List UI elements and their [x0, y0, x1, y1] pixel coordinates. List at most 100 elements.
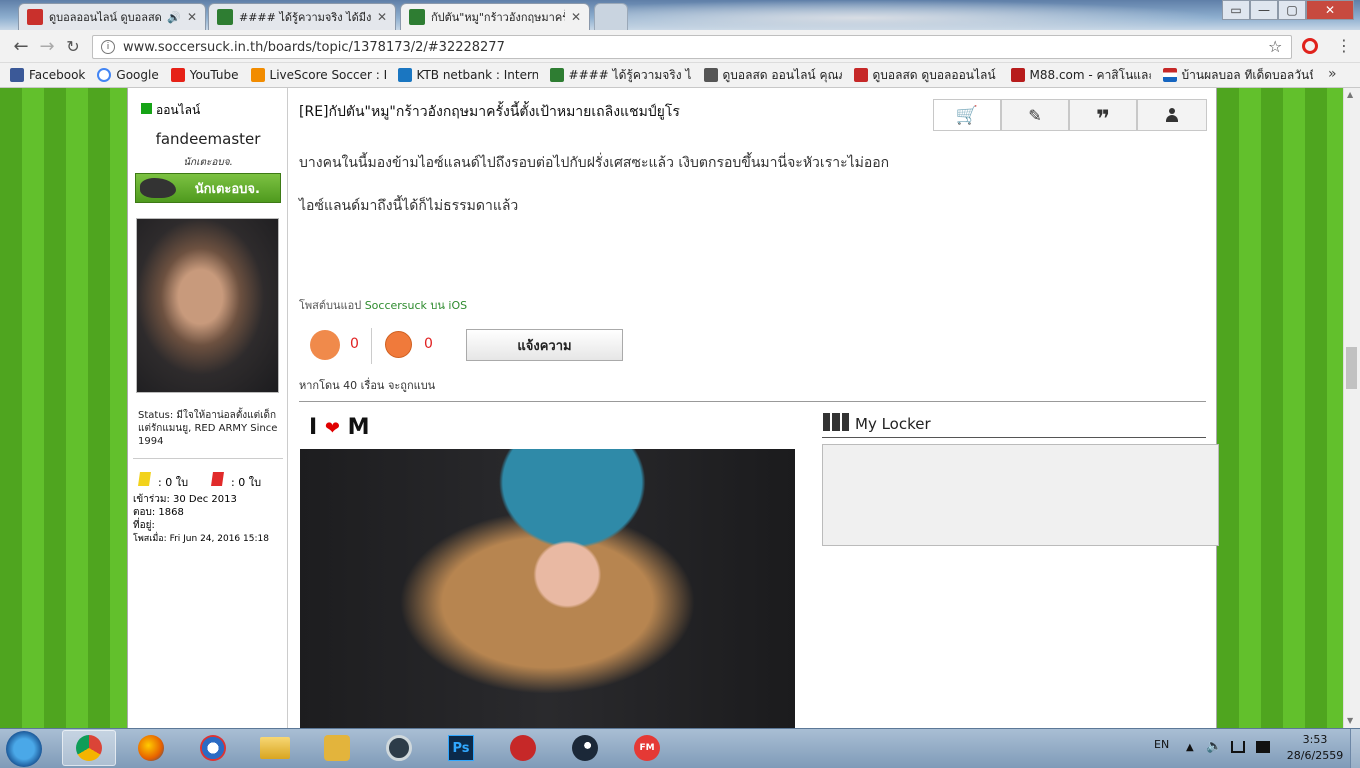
signature-text: I ❤ M — [309, 415, 370, 440]
back-icon[interactable]: ← — [10, 37, 32, 57]
close-tab-icon[interactable]: ✕ — [571, 10, 581, 24]
app-icon — [200, 735, 226, 761]
tray-arrow-icon[interactable]: ▲ — [1186, 742, 1194, 753]
language-indicator[interactable]: EN — [1154, 738, 1169, 751]
url-text[interactable]: www.soccersuck.in.th/boards/topic/137817… — [123, 40, 505, 55]
bookmark-label: M88.com - คาสิโนและ — [1029, 67, 1151, 82]
youtube-icon — [170, 68, 185, 82]
close-tab-icon[interactable]: ✕ — [187, 10, 197, 24]
maximize-button[interactable]: ▢ — [1278, 0, 1306, 20]
edit-button[interactable]: ✎ — [1001, 99, 1069, 131]
report-button[interactable]: แจ้งความ — [466, 329, 623, 361]
bookmarks-bar: Facebook Google YouTube LiveScore Soccer… — [0, 63, 1360, 88]
photoshop-icon: Ps — [448, 735, 474, 761]
bookmark-facebook[interactable]: Facebook — [10, 68, 85, 82]
new-tab-button[interactable] — [594, 3, 628, 30]
clock-date[interactable]: 28/6/2559 — [1284, 749, 1346, 762]
tab-3-active[interactable]: กัปตัน"หมู"กร้าวอังกฤษมาครั้ง ✕ — [400, 3, 590, 30]
reload-icon[interactable]: ↻ — [62, 37, 84, 57]
network-icon[interactable] — [1231, 741, 1245, 753]
taskbar-app8[interactable] — [496, 730, 550, 766]
profile-button[interactable] — [1137, 99, 1207, 131]
rank-badge: นักเตะอบจ. — [135, 173, 281, 203]
volume-icon[interactable]: 🔈 — [1206, 739, 1222, 754]
taskbar-app6[interactable] — [372, 730, 426, 766]
more-bookmarks-button[interactable]: » — [1328, 66, 1337, 82]
taskbar-fm[interactable]: FM — [620, 730, 674, 766]
post-body-line: ไอซ์แลนด์มาถึงนี้ได้ก็ไม่ธรรมดาแล้ว — [299, 198, 519, 214]
user-status: Status: มีใจให้อาน่อลตั้งแต่เด็กแต่รักแม… — [138, 410, 278, 447]
bookmark-label: LiveScore Soccer : Live — [269, 68, 386, 82]
bookmark-results[interactable]: บ้านผลบอล ทีเด็ดบอลวันนี้ — [1162, 66, 1313, 85]
grass-background-right — [1217, 88, 1343, 728]
tab-2[interactable]: #### ได้รู้ความจริง ได้มีงกา ✕ — [208, 3, 396, 30]
bookmark-topic[interactable]: #### ได้รู้ความจริง ได้มีง — [549, 66, 692, 85]
taskbar-explorer[interactable] — [248, 730, 302, 766]
quote-button[interactable]: ❞ — [1069, 99, 1137, 131]
show-desktop-button[interactable] — [1350, 729, 1360, 768]
close-window-button[interactable]: ✕ — [1306, 0, 1354, 20]
scrollbar[interactable] — [1343, 88, 1360, 728]
menu-icon[interactable]: ⋮ — [1336, 36, 1352, 55]
livescore-icon — [250, 68, 265, 82]
fm-icon: FM — [634, 735, 660, 761]
bookmark-livescore[interactable]: LiveScore Soccer : Live — [250, 68, 386, 82]
site-favicon-icon — [27, 9, 43, 25]
like-count: 0 — [350, 336, 359, 352]
thai-flag-icon — [1162, 68, 1177, 82]
user-avatar[interactable] — [136, 218, 279, 393]
heart-icon: ❤ — [324, 418, 340, 439]
opera-icon[interactable] — [1302, 38, 1318, 54]
scroll-up-icon[interactable]: ▲ — [1347, 90, 1353, 99]
scroll-down-icon[interactable]: ▼ — [1347, 716, 1353, 725]
quote-icon: ❞ — [1095, 105, 1111, 133]
edit-icon: ✎ — [1028, 105, 1042, 125]
bookmark-label: ดูบอลสด ออนไลน์ คุณภา — [722, 67, 842, 82]
taskbar-app3[interactable] — [186, 730, 240, 766]
bookmark-m88[interactable]: M88.com - คาสิโนและ — [1010, 66, 1151, 85]
user-profile-button[interactable]: ▭ — [1222, 0, 1250, 20]
taskbar-photoshop[interactable]: Ps — [434, 730, 488, 766]
username[interactable]: fandeemaster — [128, 130, 288, 148]
facebook-icon — [10, 68, 24, 82]
taskbar-firefox[interactable] — [124, 730, 178, 766]
yellow-card-count: : 0 ใบ — [158, 476, 189, 489]
tab-1[interactable]: ดูบอลออนไลน์ ดูบอลสด B 🔊 ✕ — [18, 3, 206, 30]
bookmark-star-icon[interactable]: ☆ — [1268, 37, 1282, 56]
close-tab-icon[interactable]: ✕ — [377, 10, 387, 24]
minimize-button[interactable]: — — [1250, 0, 1278, 20]
start-button[interactable] — [6, 731, 42, 767]
info-icon[interactable]: i — [101, 40, 115, 54]
bookmark-label: #### ได้รู้ความจริง ได้มีง — [568, 67, 692, 82]
ktb-icon — [397, 68, 412, 82]
scrollbar-thumb[interactable] — [1346, 347, 1357, 389]
post-date: โพสเมื่อ: Fri Jun 24, 2016 15:18 — [133, 534, 269, 544]
dislike-icon[interactable] — [385, 331, 412, 358]
grass-background-left — [0, 88, 127, 728]
taskbar-app5[interactable] — [310, 730, 364, 766]
bookmark-google[interactable]: Google — [97, 68, 159, 82]
action-center-icon[interactable] — [1256, 741, 1270, 753]
bookmark-label: Facebook — [29, 68, 86, 82]
bookmark-live2[interactable]: ดูบอลสด ดูบอลออนไลน์ ด — [853, 66, 999, 85]
tab-title: ดูบอลออนไลน์ ดูบอลสด B — [49, 11, 162, 24]
bookmark-label: ดูบอลสด ดูบอลออนไลน์ ด — [872, 67, 999, 82]
posted-via-link[interactable]: Soccersuck บน iOS — [365, 299, 467, 312]
user-icon — [1166, 108, 1178, 122]
bookmark-ktb[interactable]: KTB netbank : Internet — [397, 68, 538, 82]
locker-title: My Locker — [855, 415, 931, 433]
red-card-count: : 0 ใบ — [231, 476, 262, 489]
forward-icon[interactable]: → — [36, 37, 58, 57]
shop-button[interactable]: 🛒 — [933, 99, 1001, 131]
clock-time[interactable]: 3:53 — [1284, 733, 1346, 746]
taskbar-steam[interactable] — [558, 730, 612, 766]
bookmark-youtube[interactable]: YouTube — [170, 68, 239, 82]
address-bar[interactable]: i www.soccersuck.in.th/boards/topic/1378… — [92, 35, 1292, 59]
bookmark-live1[interactable]: ดูบอลสด ออนไลน์ คุณภา — [703, 66, 842, 85]
taskbar-chrome[interactable] — [62, 730, 116, 766]
like-icon[interactable] — [310, 330, 340, 360]
user-rank: นักเตะอบจ. — [183, 157, 233, 168]
window-controls: ▭ — ▢ ✕ — [1222, 0, 1354, 20]
speaker-icon[interactable]: 🔊 — [167, 11, 181, 24]
locker-divider — [822, 437, 1206, 438]
